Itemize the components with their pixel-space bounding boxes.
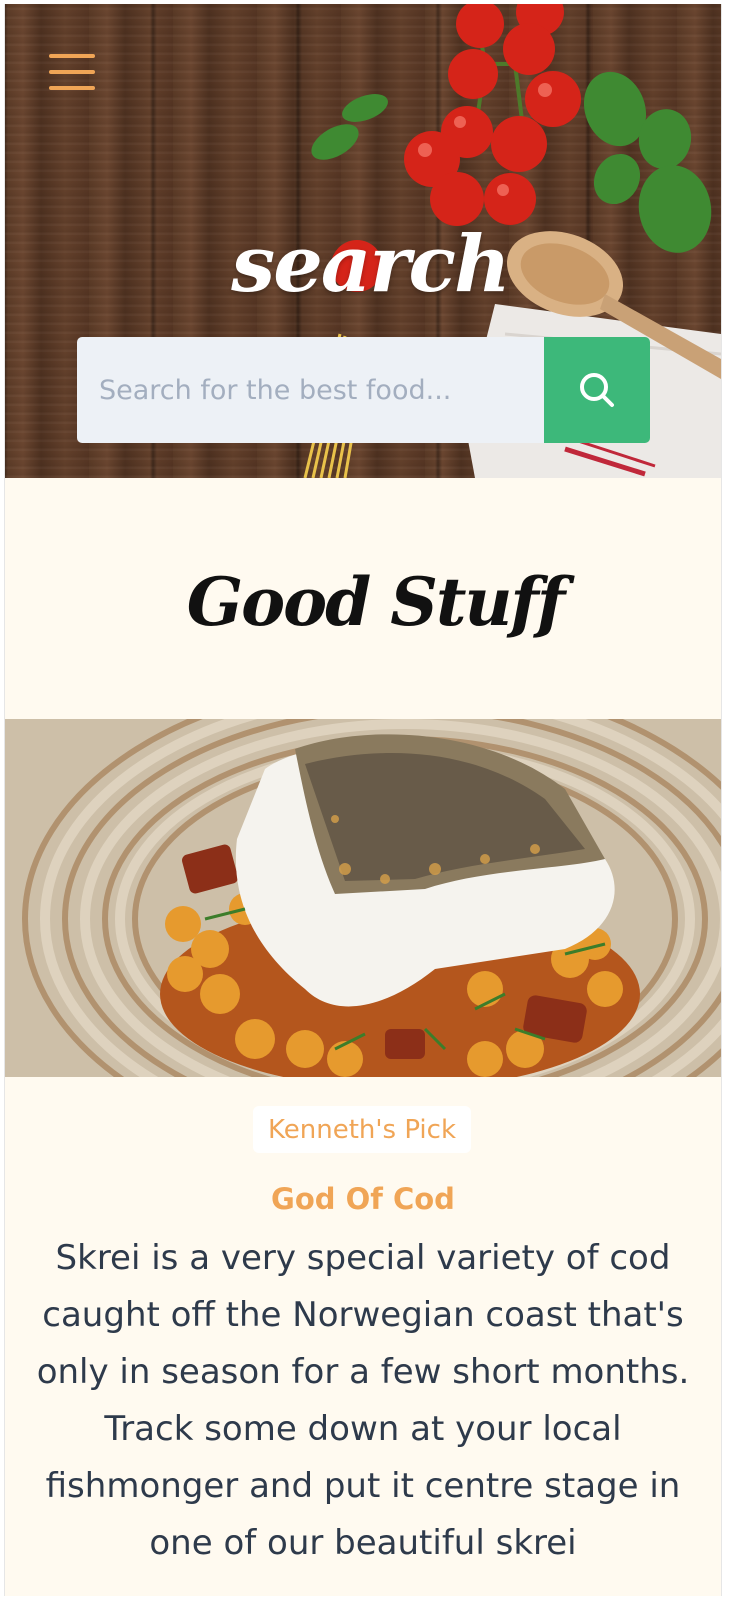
dish-description: Skrei is a very special variety of cod c… — [36, 1238, 690, 1563]
app-frame: search Good Stuff — [4, 4, 722, 1596]
search-bar — [77, 337, 650, 443]
hero-banner: search — [5, 4, 721, 478]
dish-name: God Of Cod — [271, 1182, 455, 1216]
featured-dish-image — [5, 719, 721, 1077]
hamburger-line — [49, 86, 95, 90]
hamburger-menu-icon[interactable] — [49, 54, 97, 92]
pick-badge: Kenneth's Pick — [253, 1106, 471, 1153]
hero-title: search — [231, 219, 510, 310]
search-icon — [580, 373, 614, 407]
hamburger-line — [49, 70, 95, 74]
search-input[interactable] — [77, 337, 544, 443]
search-button[interactable] — [544, 337, 650, 443]
cod-dish-illustration — [5, 719, 721, 1077]
section-title: Good Stuff — [186, 563, 565, 641]
hamburger-line — [49, 54, 95, 58]
